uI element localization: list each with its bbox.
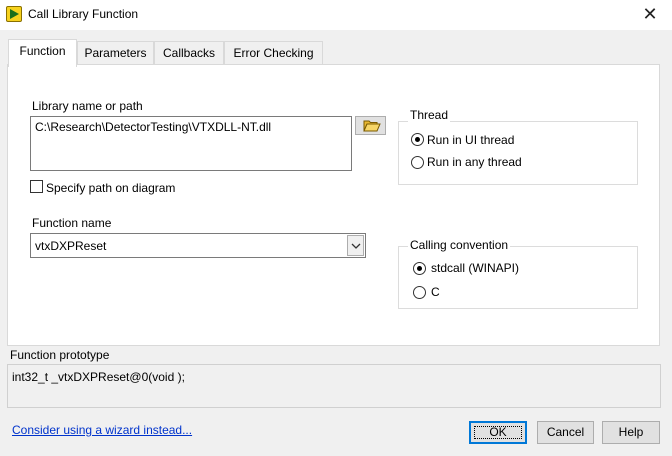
tab-callbacks[interactable]: Callbacks xyxy=(154,41,224,65)
labview-app-icon xyxy=(6,6,22,22)
chevron-down-icon[interactable] xyxy=(347,235,364,256)
window-title: Call Library Function xyxy=(28,7,139,21)
function-name-combo[interactable]: vtxDXPReset xyxy=(30,233,366,258)
calling-convention-group xyxy=(398,246,638,309)
function-prototype-field: int32_t _vtxDXPReset@0(void ); xyxy=(7,364,661,408)
specify-path-checkbox[interactable] xyxy=(30,180,43,193)
thread-group-title: Thread xyxy=(408,108,451,122)
function-prototype-label: Function prototype xyxy=(10,348,110,362)
run-any-thread-label: Run in any thread xyxy=(427,155,522,169)
run-ui-thread-label: Run in UI thread xyxy=(427,133,515,147)
tab-error-checking[interactable]: Error Checking xyxy=(224,41,323,65)
help-button[interactable]: Help xyxy=(602,421,660,444)
library-path-field[interactable]: C:\Research\DetectorTesting\VTXDLL-NT.dl… xyxy=(30,116,352,171)
tab-function[interactable]: Function xyxy=(8,39,77,67)
calling-convention-group-title: Calling convention xyxy=(408,238,511,252)
library-path-label: Library name or path xyxy=(32,99,143,113)
function-name-label: Function name xyxy=(32,216,112,230)
specify-path-label: Specify path on diagram xyxy=(46,181,176,195)
stdcall-label: stdcall (WINAPI) xyxy=(431,261,520,275)
ok-button[interactable]: OK xyxy=(469,421,527,444)
tab-parameters[interactable]: Parameters xyxy=(77,41,154,65)
c-convention-label: C xyxy=(431,285,440,299)
radio-stdcall[interactable] xyxy=(413,262,426,275)
close-icon[interactable]: ✕ xyxy=(628,0,672,30)
wizard-link[interactable]: Consider using a wizard instead... xyxy=(12,423,192,437)
cancel-button[interactable]: Cancel xyxy=(537,421,594,444)
radio-c[interactable] xyxy=(413,286,426,299)
radio-run-any-thread[interactable] xyxy=(411,156,424,169)
thread-group xyxy=(398,121,638,185)
browse-button[interactable] xyxy=(355,116,386,135)
function-name-value: vtxDXPReset xyxy=(35,239,107,253)
radio-run-ui-thread[interactable] xyxy=(411,133,424,146)
